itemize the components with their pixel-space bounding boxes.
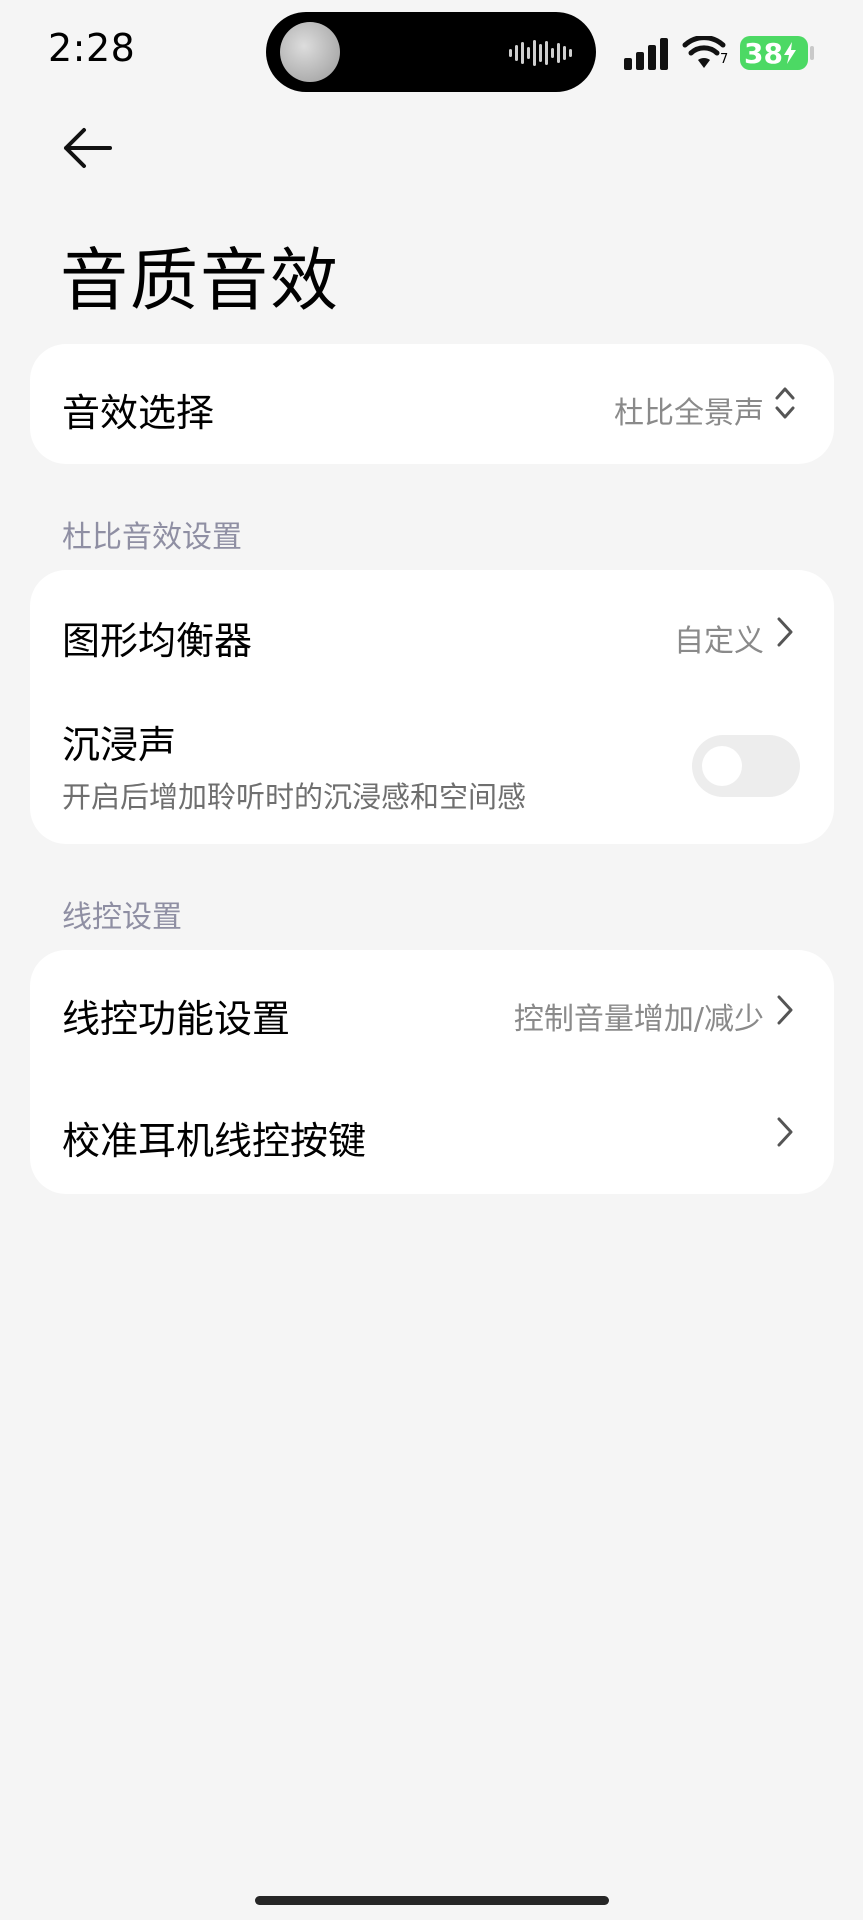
equalizer-row[interactable]: 图形均衡器 自定义 [30, 570, 834, 694]
battery-tip [810, 46, 814, 60]
wire-function-value: 控制音量增加/减少 [513, 1002, 764, 1037]
equalizer-value: 自定义 [674, 624, 764, 659]
dolby-settings-card: 图形均衡器 自定义 沉浸声 开启后增加聆听时的沉浸感和空间感 [30, 570, 834, 844]
sound-effect-label: 音效选择 [62, 391, 215, 435]
back-arrow-icon[interactable] [58, 120, 118, 176]
chevron-right-icon [777, 995, 793, 1025]
wifi-badge: 7 [720, 52, 729, 67]
audio-waveform-icon [509, 40, 572, 66]
immersive-sound-description: 开启后增加聆听时的沉浸感和空间感 [62, 780, 527, 814]
immersive-sound-row: 沉浸声 开启后增加聆听时的沉浸感和空间感 [30, 694, 834, 844]
wire-function-row[interactable]: 线控功能设置 控制音量增加/减少 [30, 950, 834, 1072]
home-indicator[interactable] [255, 1896, 609, 1905]
page-title: 音质音效 [60, 242, 341, 321]
sound-effect-value: 杜比全景声 [614, 396, 764, 431]
equalizer-label: 图形均衡器 [62, 619, 253, 663]
calibrate-keys-row[interactable]: 校准耳机线控按键 [30, 1072, 834, 1194]
wire-function-label: 线控功能设置 [62, 997, 291, 1041]
status-time: 2:28 [48, 26, 136, 70]
battery-level: 38 [744, 36, 783, 70]
now-playing-artwork-icon [280, 22, 340, 82]
chevron-right-icon [777, 617, 793, 647]
up-down-chevron-icon [775, 387, 795, 419]
calibrate-keys-label: 校准耳机线控按键 [62, 1119, 367, 1163]
dynamic-island[interactable] [266, 12, 596, 92]
sound-effect-row[interactable]: 音效选择 杜比全景声 [30, 344, 834, 464]
cellular-signal-icon [624, 36, 668, 70]
battery-icon: 38 [740, 36, 808, 70]
status-bar: 2:28 7 38 [0, 0, 863, 104]
sound-effect-card[interactable]: 音效选择 杜比全景声 [30, 344, 834, 464]
section-header-wire-control: 线控设置 [62, 900, 182, 935]
chevron-right-icon [777, 1117, 793, 1147]
immersive-sound-label: 沉浸声 [62, 723, 177, 767]
section-header-dolby: 杜比音效设置 [62, 520, 242, 555]
wire-control-card: 线控功能设置 控制音量增加/减少 校准耳机线控按键 [30, 950, 834, 1194]
immersive-sound-toggle[interactable] [692, 735, 800, 797]
charging-bolt-icon [783, 42, 796, 64]
toggle-knob [702, 746, 742, 786]
